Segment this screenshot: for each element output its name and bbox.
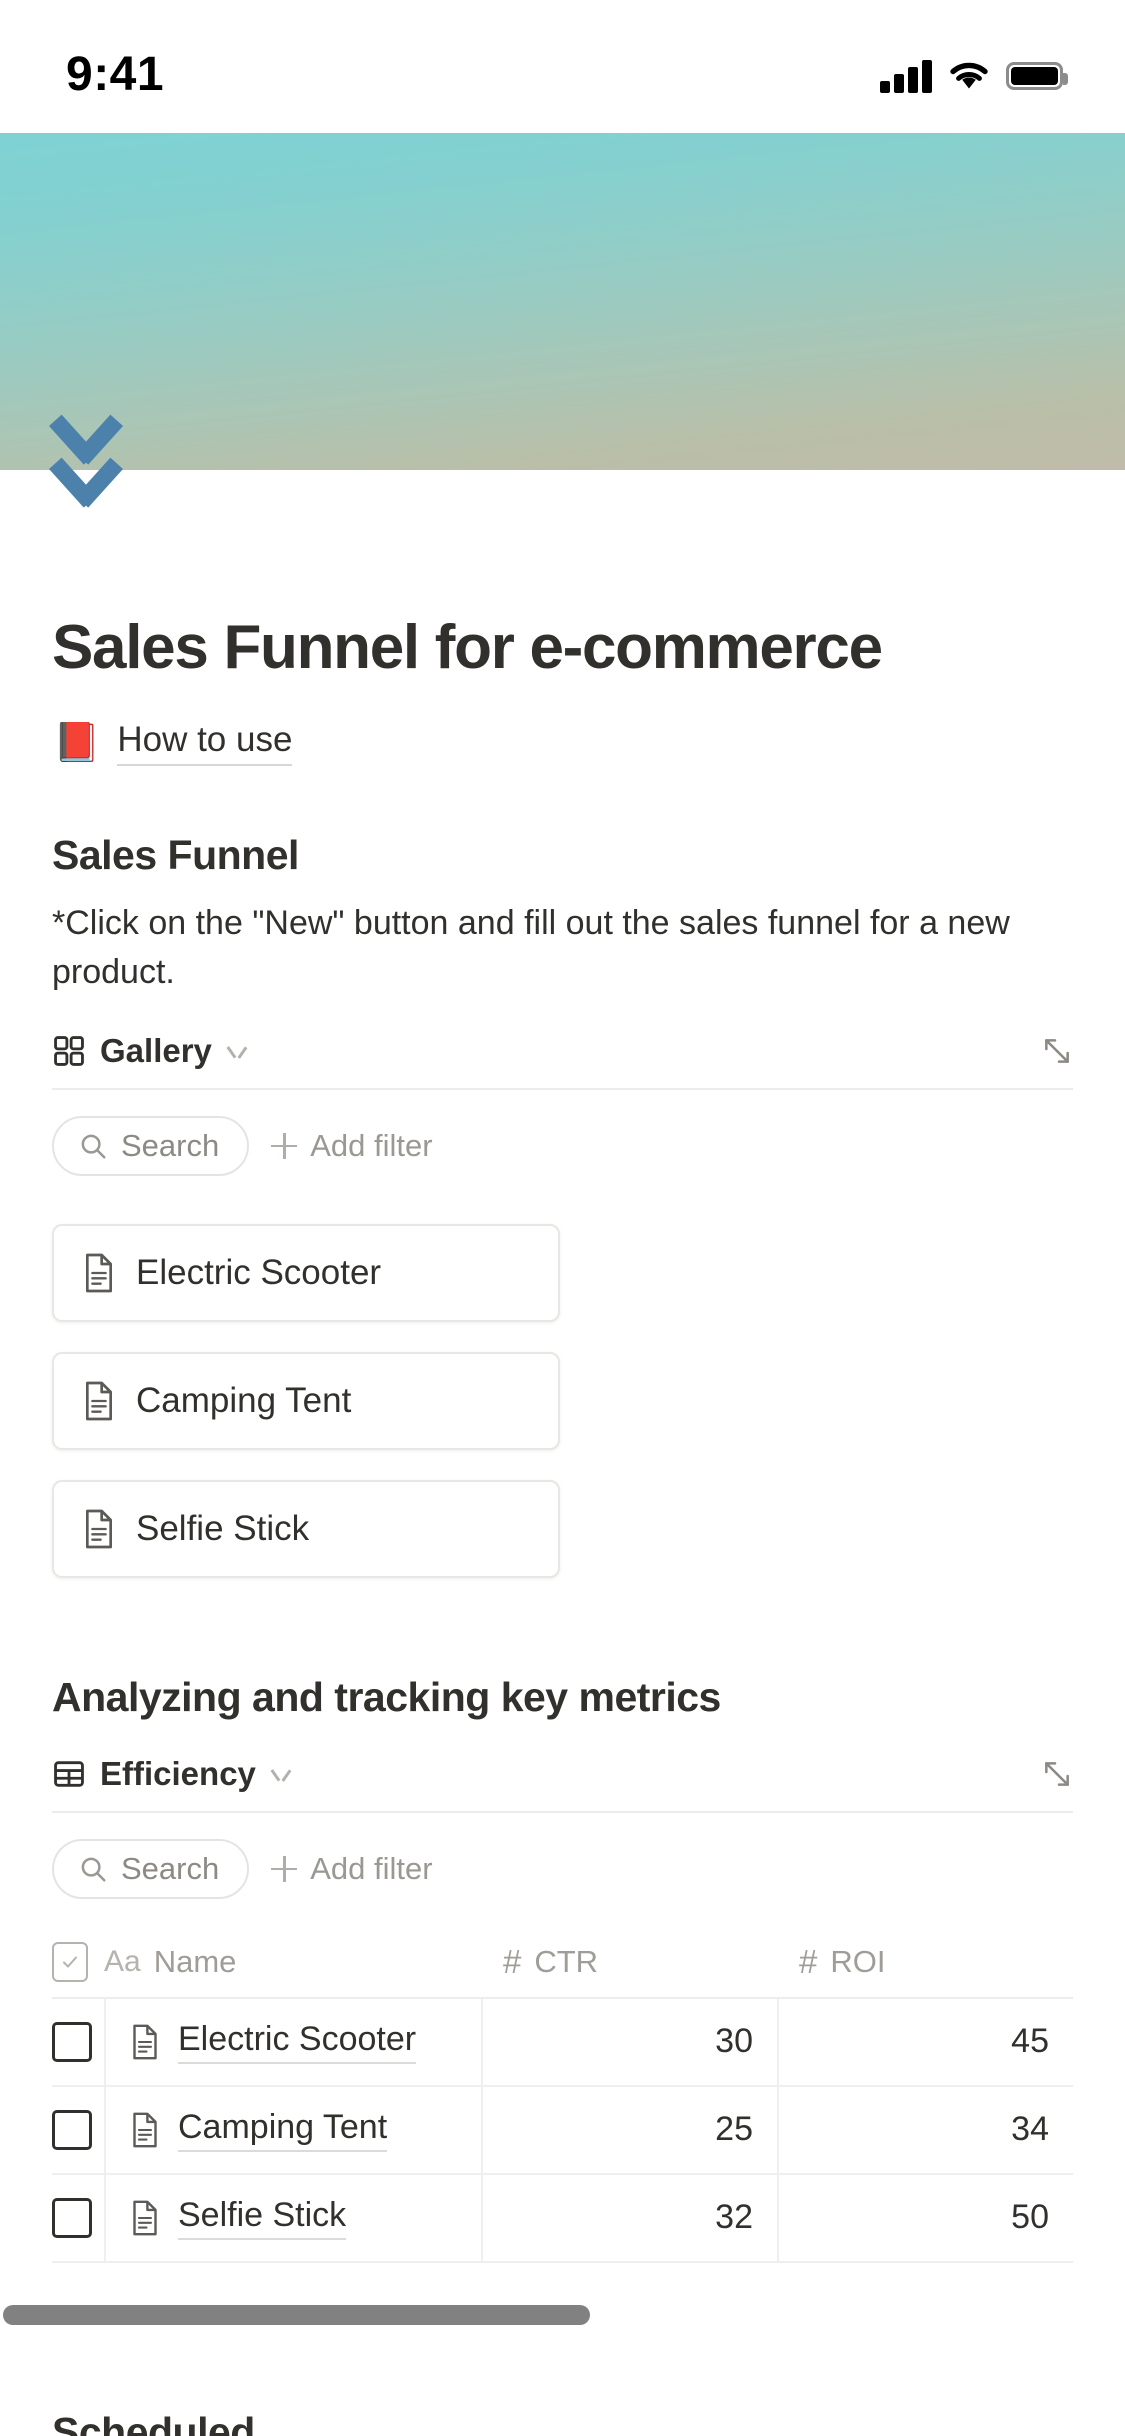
scheduled-heading: Scheduled (52, 2408, 255, 2436)
page-icon (133, 2112, 157, 2147)
checkbox-unchecked-icon (52, 2197, 92, 2238)
chevron-down-icon (270, 1767, 292, 1780)
select-all-checkbox[interactable] (52, 1941, 104, 1982)
efficiency-table: Aa Name # CTR # ROI Electric Scooter 30 … (52, 1927, 1073, 2263)
column-header-name[interactable]: Aa Name (104, 1944, 481, 1980)
battery-icon (1006, 61, 1068, 90)
gallery-view-toolbar: Gallery (52, 1032, 1073, 1090)
gallery-card-title: Selfie Stick (136, 1508, 310, 1548)
add-filter-button[interactable]: Add filter (271, 1127, 433, 1164)
search-icon (81, 1134, 106, 1159)
column-header-roi[interactable]: # ROI (777, 1943, 1073, 1981)
gallery-view-selector[interactable]: Gallery (52, 1032, 248, 1070)
table-row[interactable]: Selfie Stick 32 50 (52, 2174, 1073, 2263)
row-roi-cell[interactable]: 34 (777, 2086, 1073, 2173)
efficiency-view-selector[interactable]: Efficiency (52, 1755, 292, 1793)
metrics-heading: Analyzing and tracking key metrics (52, 1673, 721, 1720)
plus-icon (271, 1132, 298, 1159)
row-checkbox[interactable] (52, 2197, 104, 2238)
page-icon (133, 2024, 157, 2059)
number-property-icon: # (503, 1942, 522, 1980)
row-checkbox[interactable] (52, 2109, 104, 2150)
search-input[interactable]: Search (52, 1115, 250, 1176)
row-checkbox[interactable] (52, 2021, 104, 2062)
expand-icon[interactable] (1041, 1758, 1073, 1790)
expand-icon[interactable] (1041, 1035, 1073, 1067)
row-name-text: Selfie Stick (178, 2196, 347, 2240)
plus-icon (271, 1855, 298, 1882)
page-content: Sales Funnel for e-commerce 📕 How to use… (0, 613, 1125, 2263)
gallery-filter-row: Search Add filter (52, 1115, 1073, 1176)
cellular-signal-icon (880, 59, 932, 93)
scrollbar-thumb[interactable] (3, 2304, 590, 2325)
efficiency-filter-row: Search Add filter (52, 1838, 1073, 1899)
status-bar: 9:41 (0, 0, 1125, 133)
double-chevron-down-icon[interactable] (44, 426, 128, 530)
row-roi-cell[interactable]: 45 (777, 1998, 1073, 2085)
row-ctr-cell[interactable]: 32 (481, 2174, 777, 2261)
closed-book-icon: 📕 (53, 721, 101, 764)
row-name-cell[interactable]: Camping Tent (104, 2086, 481, 2173)
search-placeholder: Search (121, 1127, 220, 1163)
number-property-icon: # (799, 1942, 818, 1980)
text-property-icon: Aa (104, 1944, 141, 1978)
checkbox-unchecked-icon (52, 2021, 92, 2062)
table-header-row: Aa Name # CTR # ROI (52, 1927, 1073, 1999)
gallery-card[interactable]: Electric Scooter (52, 1223, 560, 1322)
checkbox-checked-icon (52, 1941, 88, 1982)
sales-funnel-note: *Click on the "New" button and fill out … (52, 903, 1010, 992)
page-title: Sales Funnel for e-commerce (52, 613, 883, 682)
page-icon (86, 1509, 112, 1548)
gallery-card[interactable]: Camping Tent (52, 1351, 560, 1450)
column-header-ctr[interactable]: # CTR (481, 1943, 777, 1981)
page-cover-image (0, 133, 1125, 470)
sales-funnel-heading: Sales Funnel (52, 831, 299, 878)
row-name-text: Camping Tent (178, 2108, 388, 2152)
how-to-use-label: How to use (117, 720, 293, 766)
efficiency-view-name: Efficiency (100, 1754, 256, 1792)
table-icon (54, 1760, 84, 1787)
row-name-cell[interactable]: Selfie Stick (104, 2174, 481, 2261)
table-row[interactable]: Camping Tent 25 34 (52, 2086, 1073, 2175)
row-roi-cell[interactable]: 50 (777, 2174, 1073, 2261)
gallery-cards: Electric Scooter Camping Tent Selfie Sti… (52, 1223, 1073, 1578)
gallery-view-name: Gallery (100, 1031, 212, 1069)
gallery-card-title: Electric Scooter (136, 1252, 382, 1292)
search-placeholder: Search (121, 1850, 220, 1886)
status-bar-time: 9:41 (66, 48, 165, 101)
add-filter-label: Add filter (310, 1127, 433, 1163)
horizontal-scrollbar[interactable] (0, 2304, 1125, 2325)
gallery-card-title: Camping Tent (136, 1380, 352, 1420)
add-filter-button[interactable]: Add filter (271, 1850, 433, 1887)
scheduled-section: Scheduled products Search (0, 2409, 1125, 2436)
gallery-card[interactable]: Selfie Stick (52, 1479, 560, 1578)
status-bar-indicators (880, 59, 1068, 93)
wifi-icon (950, 62, 988, 88)
how-to-use-link[interactable]: 📕 How to use (52, 720, 1073, 766)
row-ctr-cell[interactable]: 25 (481, 2086, 777, 2173)
table-row[interactable]: Electric Scooter 30 45 (52, 1998, 1073, 2087)
column-label: Name (153, 1943, 237, 1979)
search-input[interactable]: Search (52, 1838, 250, 1899)
add-filter-label: Add filter (310, 1850, 433, 1886)
page-icon (86, 1381, 112, 1420)
column-label: CTR (534, 1943, 599, 1979)
chevron-down-icon (226, 1044, 248, 1057)
gallery-grid-icon (54, 1035, 84, 1066)
search-icon (81, 1857, 106, 1882)
row-ctr-cell[interactable]: 30 (481, 1998, 777, 2085)
row-name-text: Electric Scooter (178, 2020, 417, 2064)
checkbox-unchecked-icon (52, 2109, 92, 2150)
page-icon (86, 1253, 112, 1292)
page-icon (133, 2200, 157, 2235)
column-label: ROI (830, 1943, 886, 1979)
row-name-cell[interactable]: Electric Scooter (104, 1998, 481, 2085)
efficiency-view-toolbar: Efficiency (52, 1755, 1073, 1813)
